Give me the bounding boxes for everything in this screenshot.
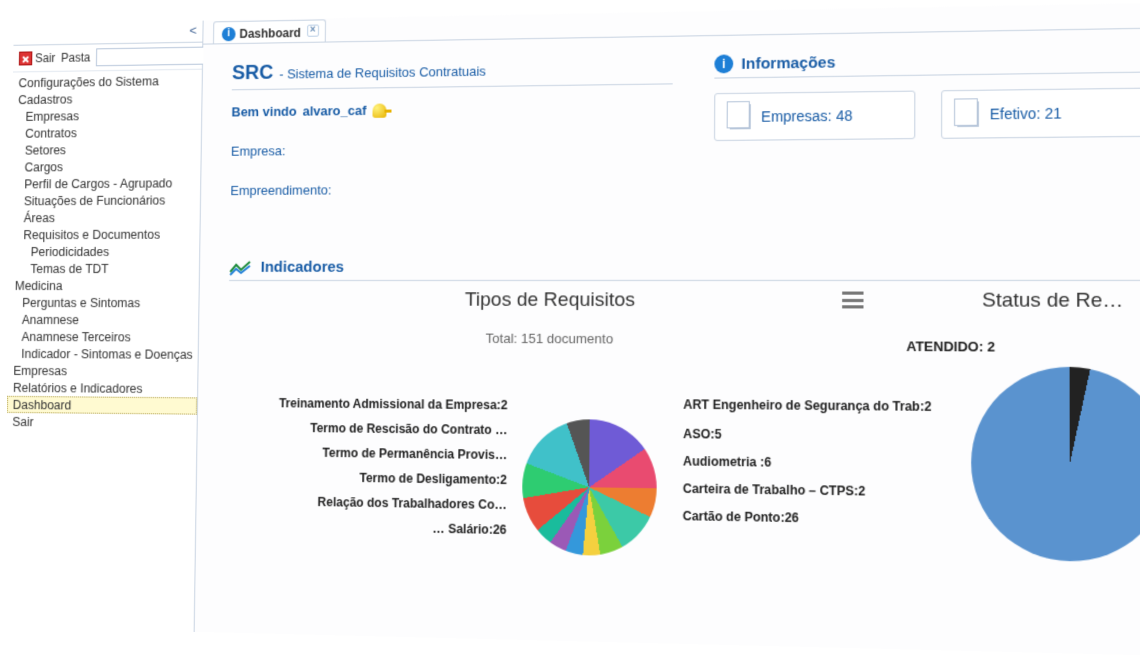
tab-dashboard[interactable]: i Dashboard × [213, 19, 326, 43]
info-card[interactable]: Empresas: 48 [714, 91, 915, 141]
pie-slice-label: ASO:5 [683, 427, 722, 442]
status-label-atendido: ATENDIDO: 2 [906, 338, 995, 354]
chart-menu-icon[interactable] [842, 292, 863, 309]
pie-slice-label: Treinamento Admissional da Empresa:2 [279, 396, 508, 412]
welcome-user: alvaro_caf [303, 103, 367, 119]
nav-item[interactable]: Dashboard [7, 396, 197, 415]
folder-label: Pasta [61, 50, 91, 64]
tab-label: Dashboard [239, 25, 301, 40]
info-icon: i [222, 27, 236, 41]
nav-tree: Configurações do SistemaCadastrosEmpresa… [7, 70, 202, 432]
dashboard: SRC - Sistema de Requisitos Contratuais … [195, 28, 1140, 632]
empresa-field: Empresa: [231, 139, 672, 158]
nav-item[interactable]: Cargos [11, 157, 200, 176]
info-header-text: Informações [741, 53, 835, 72]
card-value: 48 [836, 107, 853, 124]
key-icon [372, 103, 386, 117]
nav-item[interactable]: Contratos [12, 123, 201, 142]
chart-tipos-requisitos: Tipos de Requisitos Total: 151 documento… [225, 289, 885, 614]
tab-close-icon[interactable]: × [307, 25, 319, 37]
nav-item[interactable]: Requisitos e Documentos [10, 225, 200, 243]
indicadores-section: Indicadores Tipos de Requisitos Total: 1… [225, 257, 1140, 620]
main: i Dashboard × SRC - Sistema de Requisito… [195, 3, 1140, 656]
empreendimento-field: Empreendimento: [230, 180, 672, 198]
empresa-label: Empresa: [231, 143, 286, 159]
document-icon [957, 101, 979, 127]
chart-status: Status de Re… ATENDIDO: 2 [884, 289, 1140, 620]
pie-slice-label: Carteira de Trabalho – CTPS:2 [683, 481, 865, 498]
pie-chart-status[interactable] [971, 366, 1140, 563]
nav-item[interactable]: Situações de Funcionários [11, 191, 201, 209]
chart1-subtitle: Total: 151 documento [228, 330, 885, 348]
pie-slice-label: Audiometria :6 [683, 454, 772, 470]
nav-item[interactable]: Relatórios e Indicadores [7, 379, 197, 398]
info-card[interactable]: Efetivo: 21 [941, 88, 1140, 139]
chart-icon [229, 259, 251, 275]
nav-item[interactable]: Sair [7, 413, 197, 432]
chevron-left-icon: < [189, 23, 197, 38]
welcome-prefix: Bem vindo [231, 104, 296, 120]
card-label: Empresas [761, 107, 828, 124]
sidebar: < Sair Pasta Configurações do SistemaCad… [3, 21, 204, 632]
card-value: 21 [1045, 105, 1062, 122]
info-card-text: Efetivo: 21 [990, 105, 1062, 123]
nav-item[interactable]: Perguntas e Sintomas [9, 294, 199, 311]
nav-item[interactable]: Anamnese Terceiros [8, 328, 198, 346]
nav-item[interactable]: Perfil de Cargos - Agrupado [11, 174, 201, 192]
welcome-line: Bem vindo alvaro_caf [231, 99, 672, 120]
pie-slice-label: Termo de Permanência Provis… [322, 446, 507, 463]
info-card-text: Empresas: 48 [761, 107, 852, 125]
chart1-title: Tipos de Requisitos [229, 289, 885, 313]
card-label: Efetivo [990, 105, 1037, 123]
nav-item[interactable]: Áreas [10, 208, 200, 226]
chart2-title: Status de Re… [906, 289, 1140, 313]
nav-item[interactable]: Empresas [7, 362, 197, 380]
empreendimento-label: Empreendimento: [230, 182, 331, 198]
close-icon [19, 51, 33, 65]
document-icon [730, 104, 751, 129]
pie-chart-tipos[interactable] [522, 419, 657, 557]
app-name: SRC [232, 62, 274, 86]
sidebar-collapse[interactable]: < [14, 21, 203, 46]
pie-slice-label: Cartão de Ponto:26 [683, 509, 799, 526]
app-subtitle: - Sistema de Requisitos Contratuais [279, 63, 486, 81]
dashboard-header-block: SRC - Sistema de Requisitos Contratuais … [230, 55, 672, 198]
pie-slice-label: Termo de Rescisão do Contrato … [310, 421, 507, 437]
nav-item[interactable]: Setores [11, 140, 200, 159]
sidebar-toolbar: Sair Pasta [13, 43, 202, 73]
pie-slice-label: Termo de Desligamento:2 [359, 471, 507, 488]
info-icon: i [714, 54, 733, 73]
nav-item[interactable]: Anamnese [8, 311, 198, 329]
nav-item[interactable]: Temas de TDT [9, 260, 199, 277]
nav-item[interactable]: Medicina [9, 277, 199, 294]
pie-slice-label: Relação dos Trabalhadores Co… [318, 495, 507, 512]
pie-slice-label: … Salário:26 [432, 521, 506, 537]
indicadores-header: Indicadores [261, 259, 345, 276]
nav-item[interactable]: Indicador - Sintomas e Doenças [8, 345, 198, 363]
exit-label: Sair [35, 51, 56, 65]
exit-button[interactable]: Sair [19, 51, 56, 65]
info-panel: i Informações Empresas: 48 Efetivo: 21 [714, 48, 1140, 141]
nav-item[interactable]: Periodicidades [10, 243, 200, 260]
nav-item[interactable]: Empresas [12, 106, 201, 125]
